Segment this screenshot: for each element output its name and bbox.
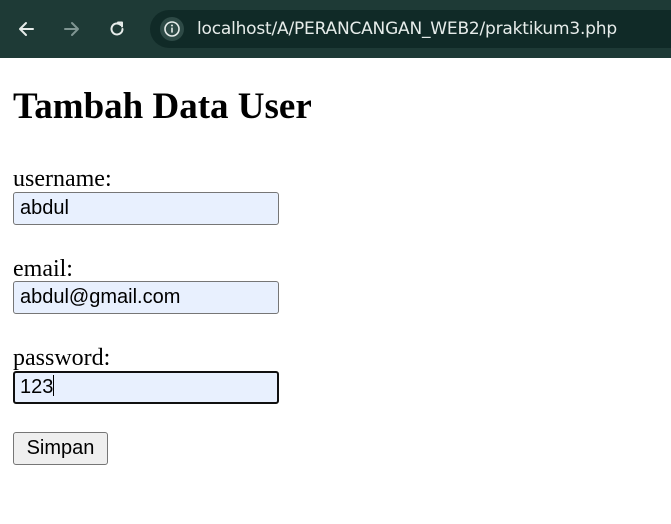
url-text: localhost/A/PERANCANGAN_WEB2/praktikum3.… [197,19,617,39]
text-caret [53,375,55,396]
reload-button[interactable] [102,14,132,44]
back-button[interactable] [12,14,42,44]
username-label: username: [13,166,112,192]
reload-icon [110,21,124,36]
back-arrow-icon [19,22,34,36]
password-input[interactable]: 123 [13,371,279,404]
browser-toolbar: localhost/A/PERANCANGAN_WEB2/praktikum3.… [0,0,671,58]
username-value: abdul [20,197,69,219]
email-label: email: [13,256,73,282]
email-input[interactable]: abdul@gmail.com [13,281,279,314]
forward-button[interactable] [56,14,86,44]
site-info-icon [164,21,180,37]
forward-arrow-icon [64,22,79,36]
username-input[interactable]: abdul [13,192,279,225]
password-label: password: [13,345,111,371]
page-title: Tambah Data User [13,86,312,127]
address-bar[interactable]: localhost/A/PERANCANGAN_WEB2/praktikum3.… [150,10,671,48]
save-button[interactable]: Simpan [13,432,108,465]
password-value: 123 [20,376,54,398]
site-info-button[interactable] [160,17,184,41]
email-value: abdul@gmail.com [20,286,181,308]
page-content: Tambah Data User username: abdul email: … [0,58,671,524]
